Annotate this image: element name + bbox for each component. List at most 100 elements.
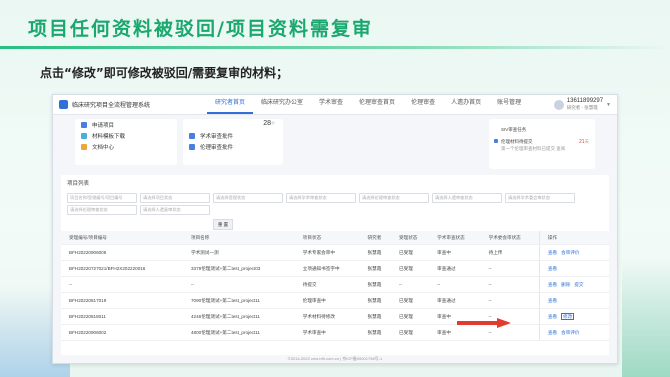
filter-select[interactable]: 请选择人遗复审状态 <box>140 205 210 215</box>
cell-academic: -- <box>429 276 481 293</box>
row-action-link[interactable]: 查看 <box>548 266 557 271</box>
project-count: 28个 <box>263 120 275 127</box>
cell-status: 立项通知书签字中 <box>294 260 360 277</box>
row-action-link[interactable]: 查看 <box>548 330 557 335</box>
row-action-link[interactable]: 查看 <box>548 282 557 287</box>
cell-id: BFH20220817019 <box>61 292 183 309</box>
table-row: BFH20220727021/BFH2X202220016 3379伦理测试+第二… <box>61 260 609 277</box>
cell-status: 学术专家会审中 <box>294 244 360 261</box>
edit-button[interactable]: 修改 <box>561 312 575 320</box>
reset-button[interactable]: 重 置 <box>213 219 233 230</box>
app-name: 临床研究项目全流程管理系统 <box>72 103 151 109</box>
nav-item[interactable]: 研究者首页 <box>207 95 254 114</box>
count-value: 28 <box>263 120 271 127</box>
cell-academic: 审查通过 <box>429 292 481 309</box>
row-action-link[interactable]: 会审评价 <box>561 330 579 335</box>
approval-label: 伦理审查批件 <box>200 144 234 151</box>
message-text: SIV审查任务 <box>501 127 527 132</box>
file-icon <box>189 132 195 139</box>
nav-item[interactable]: 临床研究办公室 <box>253 95 311 114</box>
message-subtext: 第一个伦理审查材料已提交 查阅 <box>501 146 566 151</box>
cell-accept: 已受理 <box>391 324 430 341</box>
user-phone: 13611899297 <box>566 98 604 104</box>
quick-link-templates[interactable]: 材料模板下载 <box>75 130 177 141</box>
count-unit: 个 <box>271 121 275 126</box>
nav-item[interactable]: 伦理审查 <box>403 95 443 114</box>
cell-ops: 查看 删除 提交 <box>538 276 609 293</box>
column-header: 学术审查状态 <box>429 231 481 245</box>
filter-select[interactable]: 请选择伦理审查状态 <box>67 205 137 215</box>
approval-ethics[interactable]: 伦理审查批件 <box>183 141 283 152</box>
title-underline <box>0 46 670 49</box>
column-header: 操作 <box>538 231 609 245</box>
cell-pi: 张慧霞 <box>359 292 391 309</box>
doc-icon <box>81 143 87 150</box>
row-action-link[interactable]: 删除 <box>561 282 570 287</box>
row-action-link[interactable]: 提交 <box>574 282 583 287</box>
table-row: BFH20220817019 7090伦理测试+第二test_project11 伦… <box>61 292 609 309</box>
filter-select[interactable]: 请选择学术审查状态 <box>286 193 356 203</box>
cell-status: 伦理审查中 <box>294 292 360 309</box>
nav-item[interactable]: 人遗办首页 <box>443 95 489 114</box>
quick-links-card: 申请项目 材料模板下载 文档中心 <box>75 119 177 165</box>
user-menu[interactable]: 13611899297 研究者 - 张慧霞 ▼ <box>553 97 611 112</box>
download-icon <box>81 132 87 139</box>
quick-link-docs[interactable]: 文档中心 <box>75 141 177 152</box>
folder-icon <box>81 121 87 128</box>
app-screenshot: 临床研究项目全流程管理系统 研究者首页 临床研究办公室 学术审查 伦理审查首页 伦理审查… <box>52 94 618 364</box>
column-header: 研究者 <box>359 231 391 245</box>
nav-item[interactable]: 伦理审查首页 <box>351 95 403 114</box>
message-text: 伦理材料待提交 <box>501 139 533 144</box>
column-header: 学术委会审状态 <box>480 231 540 245</box>
table-row: -- -- 待提交 张慧霞 -- -- -- 查看 删除 提交 <box>61 276 609 293</box>
red-arrow-icon <box>457 318 511 328</box>
quick-link-label: 材料模板下载 <box>92 133 126 140</box>
quick-link-label: 申请项目 <box>92 122 115 129</box>
cell-committee: -- <box>480 260 540 277</box>
top-bar: 临床研究项目全流程管理系统 研究者首页 临床研究办公室 学术审查 伦理审查首页 伦理审查… <box>53 95 617 115</box>
filter-select[interactable]: 请选择项目状态 <box>140 193 210 203</box>
column-header: 受理编号/项目编号 <box>61 231 183 245</box>
row-action-link[interactable]: 查看 <box>548 250 557 255</box>
filter-select[interactable]: 请选择人遗审查状态 <box>432 193 502 203</box>
row-action-link[interactable]: 查看 <box>548 298 557 303</box>
message-time-unit: 天 <box>584 139 590 144</box>
chevron-down-icon[interactable]: ▼ <box>606 102 611 108</box>
row-action-link[interactable]: 查看 <box>548 314 557 319</box>
cell-accept: -- <box>391 276 430 293</box>
footer-copyright: ©2014-2022 cms.bfh.com.cn | 京ICP备0500175… <box>53 355 617 363</box>
cell-ops: 查看 会审评价 <box>538 324 609 341</box>
cell-status: 学术材料待修改 <box>294 308 360 325</box>
quick-link-apply[interactable]: 申请项目 <box>75 119 177 130</box>
app-logo-icon <box>59 100 68 109</box>
cell-id: -- <box>61 276 183 293</box>
filter-select[interactable]: 请选择受理状态 <box>213 193 283 203</box>
filter-select[interactable]: 请选择伦理审查状态 <box>359 193 429 203</box>
quick-link-label: 文档中心 <box>92 144 115 151</box>
main-nav: 研究者首页 临床研究办公室 学术审查 伦理审查首页 伦理审查 人遗办首页 账号管理 <box>207 95 529 114</box>
cell-ops: 查看 <box>538 260 609 277</box>
message-item[interactable]: SIV审查任务 <box>489 126 595 133</box>
nav-item[interactable]: 账号管理 <box>489 95 529 114</box>
cell-ops: 查看 会审评价 <box>538 244 609 261</box>
messages-card: SIV审查任务 伦理材料待提交 21天 第一个伦理审查材料已提交 查阅 <box>489 119 595 169</box>
decor-plant <box>622 257 670 377</box>
file-icon <box>189 143 195 150</box>
avatar[interactable] <box>553 99 564 110</box>
filter-select[interactable]: 请选择学术委会审状态 <box>505 193 575 203</box>
cell-id: BFH20220906006 <box>61 244 183 261</box>
cell-pi: 张慧霞 <box>359 244 391 261</box>
cell-name: 4800伦理测试+第二test_project11 <box>182 324 295 341</box>
filter-select[interactable]: 项目名称/受理编号/项目编号 <box>67 193 137 203</box>
approval-academic[interactable]: 学术审查批件 <box>183 130 283 141</box>
cell-pi: 张慧霞 <box>359 324 391 341</box>
nav-item[interactable]: 学术审查 <box>311 95 351 114</box>
cell-pi: 张慧霞 <box>359 308 391 325</box>
cell-ops: 查看 <box>538 292 609 309</box>
table-row: BFH20220818011 4246伦理测试+第二test_project11 学… <box>61 308 609 325</box>
cell-committee: -- <box>480 292 540 309</box>
message-item[interactable]: 伦理材料待提交 21天 <box>489 138 595 145</box>
row-action-link[interactable]: 会审评价 <box>561 250 579 255</box>
cell-ops: 查看 修改 <box>538 308 609 325</box>
cell-status: 学术审查中 <box>294 324 360 341</box>
